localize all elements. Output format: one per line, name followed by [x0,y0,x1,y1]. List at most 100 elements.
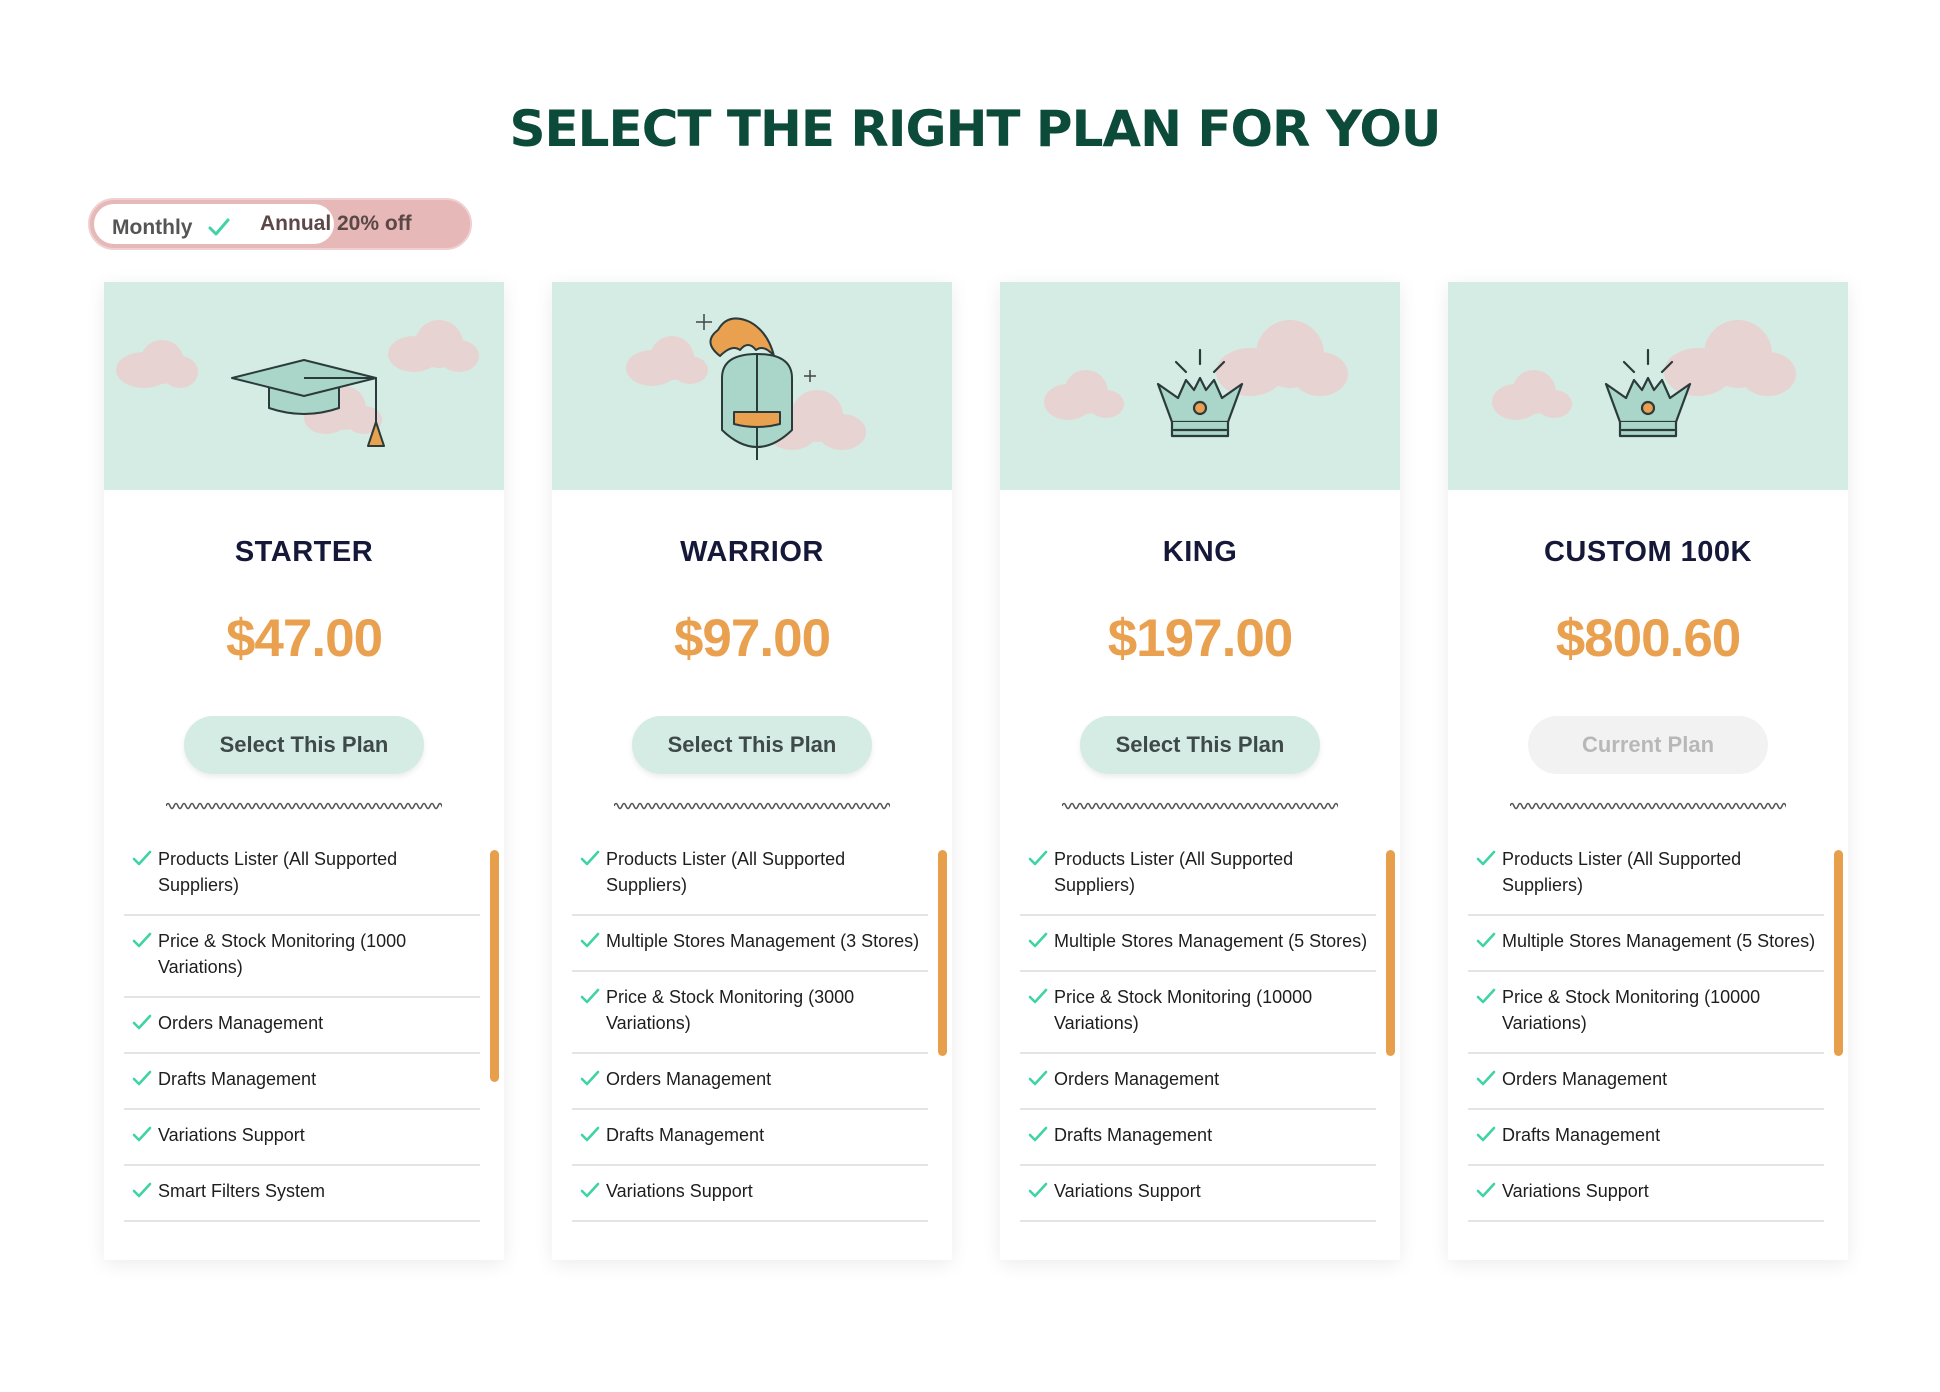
feature-label: Products Lister (All Supported Suppliers… [606,849,846,895]
wave-divider [1510,802,1786,810]
feature-item: Products Lister (All Supported Suppliers… [572,834,928,916]
plan-price: $97.00 [673,609,831,668]
feature-scrollbar[interactable] [938,850,947,1056]
feature-label: Products Lister (All Supported Suppliers… [158,849,398,895]
billing-toggle[interactable]: Monthly Annual 20% off [88,198,472,250]
knight-helmet-icon [709,317,793,460]
feature-item: Orders Management [1020,1054,1376,1110]
check-icon [132,1126,152,1142]
plan-card-starter: STARTER $47.00 Select This Plan Products… [104,282,504,1260]
select-plan-button[interactable]: Select This Plan [632,716,872,774]
check-icon [1476,850,1496,866]
feature-item: Price & Stock Monitoring (10000 Variatio… [1468,972,1824,1054]
plan-price: $197.00 [1107,609,1294,668]
wave-divider [1062,802,1338,810]
plan-card-custom-100k: CUSTOM 100K $800.60 Current Plan Product… [1448,282,1848,1260]
feature-label: Orders Management [1054,1069,1220,1089]
check-icon [132,1014,152,1030]
wave-divider [166,802,442,810]
check-icon [580,932,600,948]
feature-label: Multiple Stores Management (3 Stores) [606,931,920,951]
feature-label: Multiple Stores Management (5 Stores) [1502,931,1816,951]
plan-card-king: KING $197.00 Select This Plan Products L… [1000,282,1400,1260]
feature-item: Drafts Management [124,1054,480,1110]
check-icon [580,1070,600,1086]
feature-label: Price & Stock Monitoring (3000 Variation… [606,987,855,1033]
feature-item: Drafts Management [572,1110,928,1166]
feature-item: Variations Support [572,1166,928,1222]
feature-item: Variations Support [1468,1166,1824,1222]
feature-scrollbar[interactable] [1386,850,1395,1056]
feature-label: Price & Stock Monitoring (10000 Variatio… [1502,987,1761,1033]
feature-list[interactable]: Products Lister (All Supported Suppliers… [124,834,480,1222]
feature-item: Price & Stock Monitoring (1000 Variation… [124,916,480,998]
feature-item: Multiple Stores Management (5 Stores) [1020,916,1376,972]
check-icon [1476,932,1496,948]
feature-label: Smart Filters System [158,1181,326,1201]
feature-item: Multiple Stores Management (3 Stores) [572,916,928,972]
feature-label: Price & Stock Monitoring (1000 Variation… [158,931,407,977]
check-icon [1028,988,1048,1004]
feature-item: Variations Support [1020,1166,1376,1222]
feature-label: Multiple Stores Management (5 Stores) [1054,931,1368,951]
feature-scrollbar[interactable] [1834,850,1843,1056]
feature-label: Orders Management [1502,1069,1668,1089]
plan-banner [1000,282,1400,490]
feature-list[interactable]: Products Lister (All Supported Suppliers… [1020,834,1376,1222]
feature-label: Drafts Management [606,1125,765,1145]
check-icon [1476,988,1496,1004]
plan-banner [1448,282,1848,490]
plan-name: STARTER [234,536,374,568]
check-icon [1476,1126,1496,1142]
feature-label: Drafts Management [1502,1125,1661,1145]
check-icon [1028,1070,1048,1086]
feature-item: Variations Support [124,1110,480,1166]
plan-name: WARRIOR [680,536,824,568]
feature-label: Variations Support [1502,1181,1649,1201]
feature-item: Orders Management [1468,1054,1824,1110]
select-plan-button[interactable]: Select This Plan [1080,716,1320,774]
plan-price: $800.60 [1555,609,1742,668]
check-icon [1476,1070,1496,1086]
feature-label: Drafts Management [1054,1125,1213,1145]
feature-item: Products Lister (All Supported Suppliers… [124,834,480,916]
feature-label: Variations Support [1054,1181,1201,1201]
feature-list[interactable]: Products Lister (All Supported Suppliers… [1468,834,1824,1222]
feature-item: Orders Management [124,998,480,1054]
feature-item: Products Lister (All Supported Suppliers… [1468,834,1824,916]
check-icon [132,932,152,948]
feature-label: Orders Management [158,1013,324,1033]
feature-label: Orders Management [606,1069,772,1089]
check-icon [1028,932,1048,948]
feature-label: Drafts Management [158,1069,317,1089]
check-icon [1028,850,1048,866]
feature-label: Price & Stock Monitoring (10000 Variatio… [1054,987,1313,1033]
feature-item: Smart Filters System [124,1166,480,1222]
plan-banner [104,282,504,490]
plan-card-warrior: WARRIOR $97.00 Select This Plan Products… [552,282,952,1260]
feature-label: Variations Support [606,1181,753,1201]
page-title: SELECT THE RIGHT PLAN FOR YOU [509,100,1442,158]
feature-list[interactable]: Products Lister (All Supported Suppliers… [572,834,928,1222]
feature-item: Orders Management [572,1054,928,1110]
check-icon [580,1126,600,1142]
check-icon [132,1070,152,1086]
check-icon [580,850,600,866]
check-icon [132,1182,152,1198]
monthly-label: Monthly [112,216,193,239]
feature-item: Products Lister (All Supported Suppliers… [1020,834,1376,916]
check-icon [580,1182,600,1198]
feature-scrollbar[interactable] [490,850,499,1082]
check-icon [580,988,600,1004]
feature-label: Products Lister (All Supported Suppliers… [1054,849,1294,895]
feature-item: Price & Stock Monitoring (3000 Variation… [572,972,928,1054]
current-plan-button[interactable]: Current Plan [1528,716,1768,774]
check-icon [1028,1182,1048,1198]
feature-item: Drafts Management [1468,1110,1824,1166]
plan-price: $47.00 [225,609,383,668]
feature-item: Drafts Management [1020,1110,1376,1166]
feature-item: Price & Stock Monitoring (10000 Variatio… [1020,972,1376,1054]
annual-option[interactable]: Annual 20% off [260,200,412,248]
select-plan-button[interactable]: Select This Plan [184,716,424,774]
plan-name: KING [1162,536,1238,568]
